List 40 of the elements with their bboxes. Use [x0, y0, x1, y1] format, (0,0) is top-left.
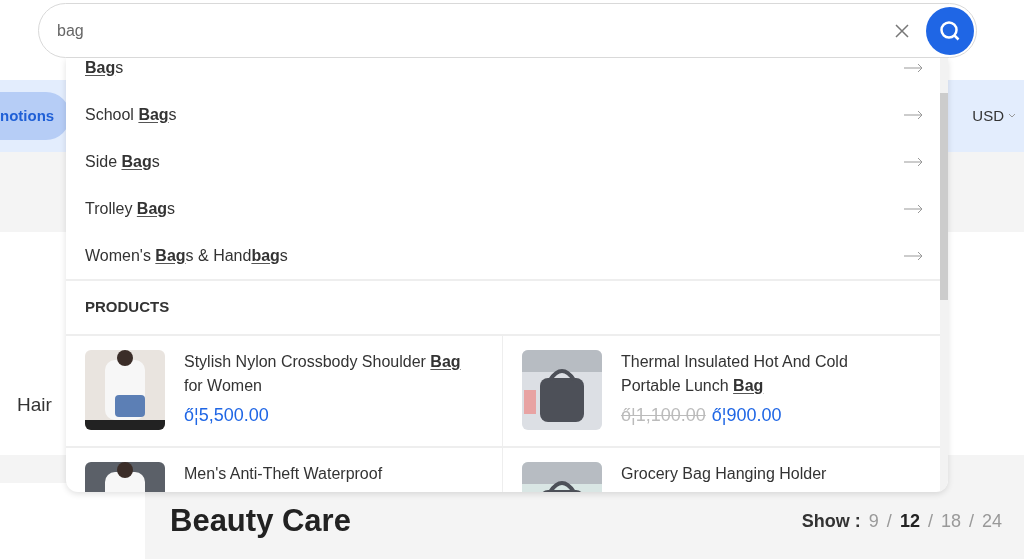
section-title: Beauty Care: [170, 501, 351, 540]
page-size-option[interactable]: 12: [899, 507, 920, 535]
separator: /: [968, 509, 974, 533]
product-result[interactable]: Thermal Insulated Hot And Cold Portable Lunch Bag ő¦1,100.00 ő¦900.00: [503, 336, 940, 448]
product-result[interactable]: Grocery Bag Hanging Holder: [503, 448, 940, 492]
products-heading: PRODUCTS: [85, 297, 170, 318]
product-title: Grocery Bag Hanging Holder: [621, 464, 828, 484]
arrow-right-icon: [904, 250, 924, 261]
suggestion-text: Women's Bags & Handbags: [85, 245, 288, 266]
show-label: Show :: [801, 509, 861, 533]
suggestion-text: Bags: [85, 58, 124, 78]
chevron-icon: [1008, 113, 1016, 119]
suggestion-text: Trolley Bags: [85, 198, 176, 219]
suggestion-item[interactable]: Side Bags: [66, 138, 940, 185]
search-field[interactable]: bag: [38, 3, 977, 58]
suggestion-text: School Bags: [85, 104, 177, 125]
search-icon: [938, 18, 962, 43]
product-result[interactable]: Stylish Nylon Crossbody Shoulder Bag for Women ő¦5,500.00: [66, 336, 503, 448]
old-price: ő¦1,100.00: [621, 404, 706, 427]
separator: /: [886, 509, 892, 533]
product-price: ő¦900.00: [711, 404, 782, 427]
search-input[interactable]: bag: [57, 18, 894, 43]
product-title: Thermal Insulated Hot And Cold Portable Lunch Bag: [621, 352, 849, 396]
suggestion-item[interactable]: Women's Bags & Handbags: [66, 232, 940, 279]
arrow-right-icon: [904, 156, 924, 167]
arrow-right-icon: [904, 62, 924, 73]
arrow-right-icon: [904, 203, 924, 214]
arrow-right-icon: [904, 109, 924, 120]
suggestion-item[interactable]: Bags: [66, 58, 940, 91]
close-icon[interactable]: [894, 22, 910, 39]
suggestion-text: Side Bags: [85, 151, 160, 172]
search-button[interactable]: [926, 6, 974, 55]
product-result[interactable]: Men's Anti-Theft Waterproof: [66, 448, 503, 492]
product-title: Men's Anti-Theft Waterproof: [184, 464, 384, 484]
currency-dropdown[interactable]: USD: [972, 104, 1024, 128]
separator: /: [927, 509, 933, 533]
product-price: ő¦5,500.00: [184, 404, 269, 427]
category-label: Hair: [17, 392, 52, 417]
product-title: Stylish Nylon Crossbody Shoulder Bag for Women: [184, 352, 462, 396]
suggestion-item[interactable]: Trolley Bags: [66, 185, 940, 232]
